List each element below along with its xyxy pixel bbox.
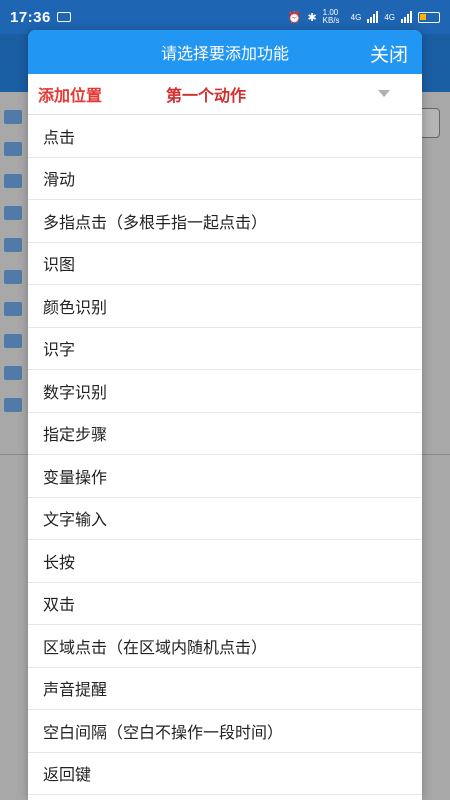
alarm-icon: ⏰ [287,11,302,24]
dialog-title: 请选择要添加功能 [160,44,289,63]
signal-icon-2 [401,11,412,23]
function-item-long-press[interactable]: 长按 [28,540,422,583]
add-function-dialog: 请选择要添加功能 关闭 添加位置 第一个动作 点击 滑动 多指点击（多根手指一起… [28,30,422,800]
function-item-image-recognition[interactable]: 识图 [28,243,422,285]
add-position-selector[interactable]: 添加位置 第一个动作 [28,74,422,115]
function-item-multi-finger-tap[interactable]: 多指点击（多根手指一起点击） [28,200,422,243]
function-item-swipe[interactable]: 滑动 [28,158,422,200]
signal-label-1: 4G [350,12,362,22]
signal-label-2: 4G [384,12,395,22]
function-item-color-recognition[interactable]: 颜色识别 [28,285,422,328]
function-item-sound-alert[interactable]: 声音提醒 [28,668,422,710]
function-item-tap[interactable]: 点击 [28,115,422,158]
battery-icon [418,11,440,23]
status-bar: 17:36 ⏰ ✱ 1.00 KB/s 4G 4G [0,0,450,34]
add-position-value[interactable]: 第一个动作 [166,82,246,106]
function-item-number-recognition[interactable]: 数字识别 [28,370,422,413]
function-item-variable-operation[interactable]: 变量操作 [28,455,422,498]
dialog-header: 请选择要添加功能 关闭 [28,30,422,74]
screen-icon [56,12,71,22]
close-button[interactable]: 关闭 [370,40,408,67]
function-item-double-tap[interactable]: 双击 [28,583,422,625]
function-item-text-recognition[interactable]: 识字 [28,328,422,370]
status-icons: ⏰ ✱ 1.00 KB/s 4G 4G [288,9,440,25]
function-item-goto-step[interactable]: 指定步骤 [28,413,422,455]
bluetooth-icon: ✱ [307,11,317,24]
add-position-label: 添加位置 [38,86,103,105]
function-item-blank-interval[interactable]: 空白间隔（空白不操作一段时间） [28,710,422,753]
net-speed: 1.00 KB/s [322,8,340,25]
function-item-back-key[interactable]: 返回键 [28,753,422,795]
function-item-text-input[interactable]: 文字输入 [28,498,422,540]
signal-icon-1 [367,11,379,23]
status-time: 17:36 [10,8,51,26]
dropdown-arrow-icon[interactable] [378,90,390,97]
background-sidebar [0,92,26,492]
function-list: 点击 滑动 多指点击（多根手指一起点击） 识图 颜色识别 识字 数字识别 指定步… [28,115,422,795]
function-item-area-tap[interactable]: 区域点击（在区域内随机点击） [28,625,422,668]
